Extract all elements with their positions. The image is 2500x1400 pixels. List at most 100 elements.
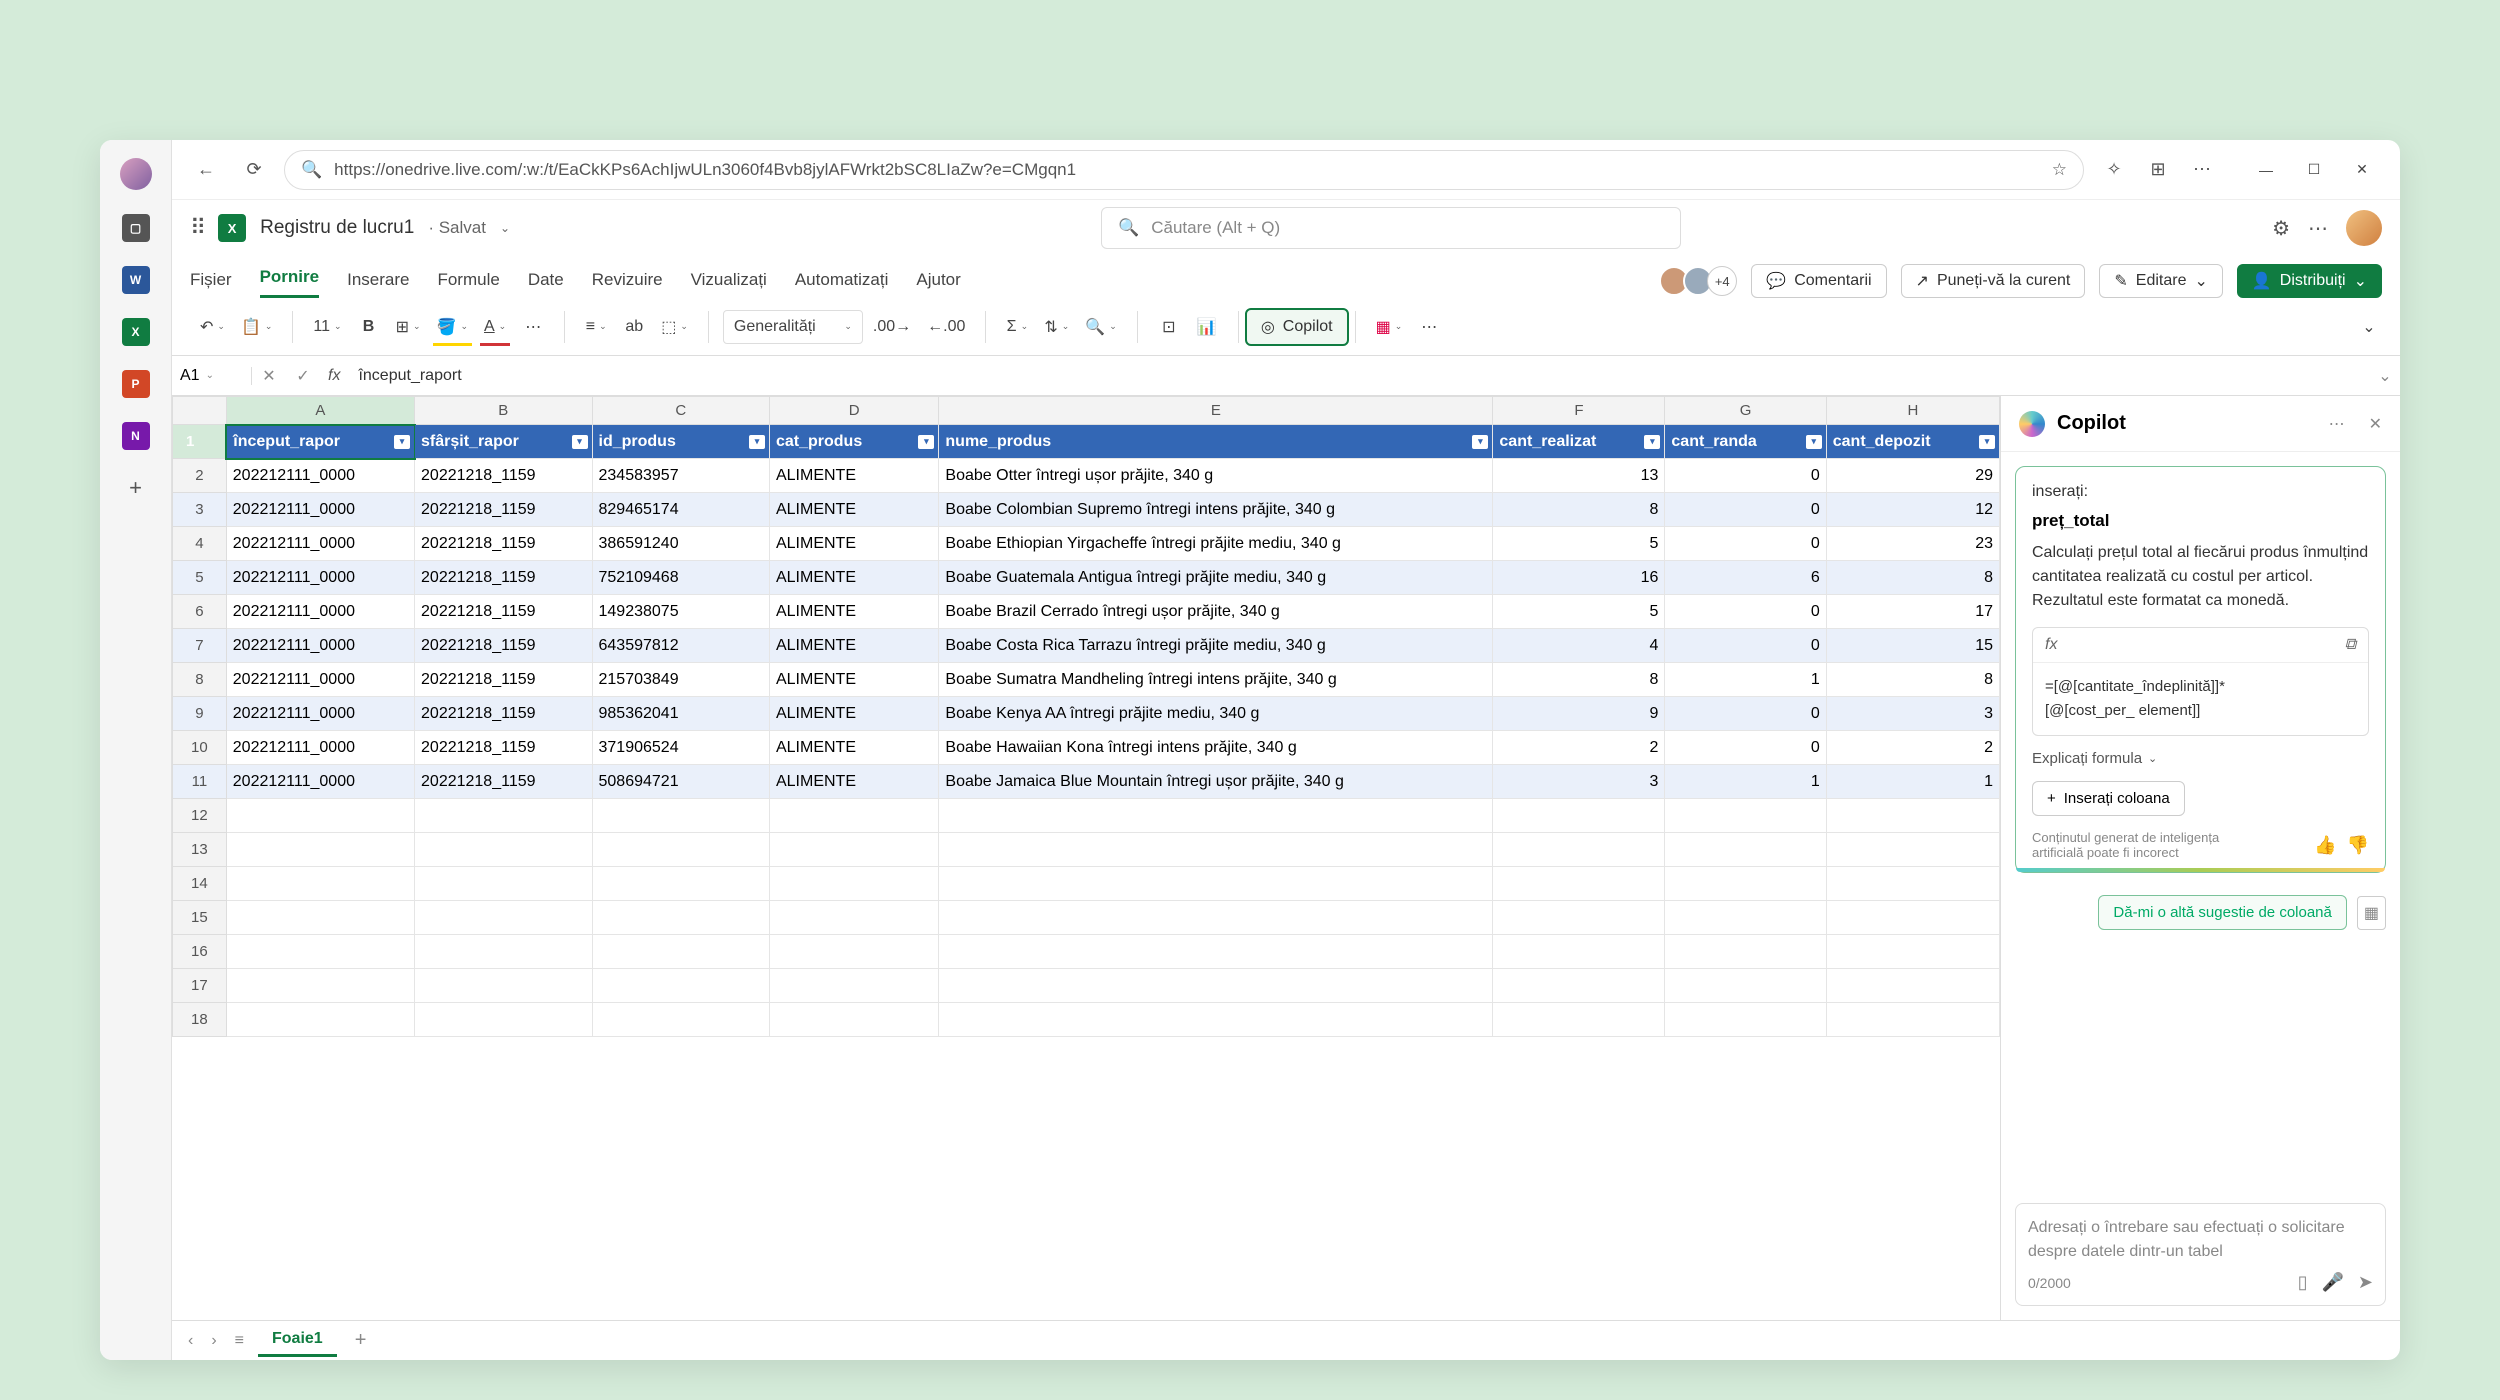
cancel-formula-button[interactable]: ✕ bbox=[252, 366, 286, 386]
grid-icon[interactable]: ▦ bbox=[2357, 896, 2386, 930]
table-header-cell[interactable]: nume_produs▾ bbox=[939, 425, 1493, 459]
cell[interactable]: 0 bbox=[1665, 697, 1826, 731]
cell[interactable]: Boabe Colombian Supremo întregi intens p… bbox=[939, 493, 1493, 527]
cell[interactable]: ALIMENTE bbox=[769, 527, 938, 561]
wrap-text-button[interactable]: ab bbox=[617, 310, 651, 344]
cell[interactable]: 202212111_0000 bbox=[226, 697, 414, 731]
search-input[interactable]: 🔍 Căutare (Alt + Q) bbox=[1101, 207, 1681, 249]
favorites-icon[interactable]: ✧ bbox=[2096, 152, 2132, 188]
cell[interactable] bbox=[226, 901, 414, 935]
tab-file[interactable]: Fișier bbox=[190, 270, 232, 298]
align-button[interactable]: ≡⌄ bbox=[579, 310, 613, 344]
refresh-button[interactable]: ⟳ bbox=[236, 152, 272, 188]
word-app-icon[interactable]: W bbox=[122, 266, 150, 294]
cell[interactable]: 13 bbox=[1493, 459, 1665, 493]
browser-menu-icon[interactable]: ⋯ bbox=[2184, 152, 2220, 188]
cell[interactable] bbox=[226, 969, 414, 1003]
onenote-app-icon[interactable]: N bbox=[122, 422, 150, 450]
decrease-decimal-button[interactable]: ←.00 bbox=[921, 310, 971, 344]
cell[interactable]: Boabe Kenya AA întregi prăjite mediu, 34… bbox=[939, 697, 1493, 731]
cell[interactable]: Boabe Brazil Cerrado întregi ușor prăjit… bbox=[939, 595, 1493, 629]
cell[interactable]: Boabe Hawaiian Kona întregi intens prăji… bbox=[939, 731, 1493, 765]
cell[interactable]: 20221218_1159 bbox=[415, 561, 592, 595]
back-button[interactable]: ← bbox=[188, 152, 224, 188]
add-app-button[interactable]: + bbox=[122, 474, 150, 502]
send-icon[interactable]: ➤ bbox=[2358, 1272, 2373, 1293]
format-table-button[interactable]: ▦⌄ bbox=[1370, 310, 1409, 344]
cell[interactable]: 0 bbox=[1665, 493, 1826, 527]
cell[interactable]: ALIMENTE bbox=[769, 629, 938, 663]
add-sheet-button[interactable]: + bbox=[347, 1329, 375, 1352]
powerpoint-app-icon[interactable]: P bbox=[122, 370, 150, 398]
cell[interactable]: 3 bbox=[1493, 765, 1665, 799]
merge-button[interactable]: ⬚⌄ bbox=[655, 310, 694, 344]
select-all-corner[interactable] bbox=[173, 397, 227, 425]
font-more-button[interactable]: ⋯ bbox=[516, 310, 550, 344]
undo-button[interactable]: ↶⌄ bbox=[194, 310, 231, 344]
cell[interactable]: 12 bbox=[1826, 493, 1999, 527]
sort-button[interactable]: ⇅⌄ bbox=[1038, 310, 1075, 344]
cell[interactable]: 20221218_1159 bbox=[415, 629, 592, 663]
cell[interactable]: 508694721 bbox=[592, 765, 769, 799]
row-header[interactable]: 12 bbox=[173, 799, 227, 833]
cell[interactable] bbox=[769, 969, 938, 1003]
settings-icon[interactable]: ⚙ bbox=[2272, 216, 2290, 241]
tab-formulas[interactable]: Formule bbox=[437, 270, 499, 298]
next-sheet-button[interactable]: › bbox=[207, 1332, 220, 1350]
cell[interactable] bbox=[592, 833, 769, 867]
name-box[interactable]: A1⌄ bbox=[172, 367, 252, 385]
cell[interactable] bbox=[415, 935, 592, 969]
row-header[interactable]: 18 bbox=[173, 1003, 227, 1037]
cell[interactable]: 23 bbox=[1826, 527, 1999, 561]
cell[interactable] bbox=[939, 867, 1493, 901]
cell[interactable]: 234583957 bbox=[592, 459, 769, 493]
cell[interactable]: 8 bbox=[1493, 493, 1665, 527]
excel-app-icon[interactable]: X bbox=[122, 318, 150, 346]
tab-help[interactable]: Ajutor bbox=[916, 270, 960, 298]
more-icon[interactable]: ⋯ bbox=[2308, 216, 2328, 241]
title-dropdown-icon[interactable]: ⌄ bbox=[500, 221, 510, 235]
filter-icon[interactable]: ▾ bbox=[1979, 435, 1995, 449]
document-title[interactable]: Registru de lucru1 bbox=[260, 217, 414, 239]
editing-button[interactable]: ✎ Editare ⌄ bbox=[2099, 264, 2223, 298]
row-header[interactable]: 14 bbox=[173, 867, 227, 901]
cell[interactable]: ALIMENTE bbox=[769, 595, 938, 629]
row-header[interactable]: 16 bbox=[173, 935, 227, 969]
tab-icon[interactable]: ▢ bbox=[122, 214, 150, 242]
cell[interactable] bbox=[1665, 969, 1826, 1003]
cell[interactable]: 202212111_0000 bbox=[226, 765, 414, 799]
table-header-cell[interactable]: început_rapor▾ bbox=[226, 425, 414, 459]
cell[interactable]: 6 bbox=[1665, 561, 1826, 595]
cell[interactable]: 20221218_1159 bbox=[415, 493, 592, 527]
cell[interactable] bbox=[769, 867, 938, 901]
cell[interactable]: ALIMENTE bbox=[769, 697, 938, 731]
app-launcher-icon[interactable]: ⠿ bbox=[190, 215, 204, 241]
minimize-button[interactable]: — bbox=[2244, 152, 2288, 188]
table-header-cell[interactable]: id_produs▾ bbox=[592, 425, 769, 459]
cell[interactable] bbox=[1493, 833, 1665, 867]
cell[interactable]: 1 bbox=[1826, 765, 1999, 799]
cell[interactable] bbox=[769, 799, 938, 833]
expand-formula-bar-button[interactable]: ⌄ bbox=[2370, 366, 2400, 386]
cell[interactable]: ALIMENTE bbox=[769, 663, 938, 697]
address-bar[interactable]: 🔍 https://onedrive.live.com/:w:/t/EaCkKP… bbox=[284, 150, 2084, 190]
cell[interactable] bbox=[1493, 901, 1665, 935]
row-header[interactable]: 7 bbox=[173, 629, 227, 663]
cell[interactable] bbox=[1665, 1003, 1826, 1037]
cell[interactable] bbox=[1826, 969, 1999, 1003]
ribbon-collapse-button[interactable]: ⌄ bbox=[2352, 310, 2386, 344]
copilot-close-icon[interactable]: ✕ bbox=[2369, 414, 2382, 434]
copilot-prompt-input[interactable]: Adresați o întrebare sau efectuați o sol… bbox=[2015, 1203, 2386, 1306]
cell[interactable]: 202212111_0000 bbox=[226, 595, 414, 629]
cell[interactable] bbox=[592, 969, 769, 1003]
row-header[interactable]: 9 bbox=[173, 697, 227, 731]
cell[interactable]: Boabe Otter întregi ușor prăjite, 340 g bbox=[939, 459, 1493, 493]
cell[interactable]: 202212111_0000 bbox=[226, 629, 414, 663]
cell[interactable]: Boabe Guatemala Antigua întregi prăjite … bbox=[939, 561, 1493, 595]
table-header-cell[interactable]: cat_produs▾ bbox=[769, 425, 938, 459]
cell[interactable]: 1 bbox=[1665, 765, 1826, 799]
cell[interactable] bbox=[415, 969, 592, 1003]
cell[interactable]: 16 bbox=[1493, 561, 1665, 595]
cell[interactable]: 371906524 bbox=[592, 731, 769, 765]
cell[interactable] bbox=[592, 1003, 769, 1037]
